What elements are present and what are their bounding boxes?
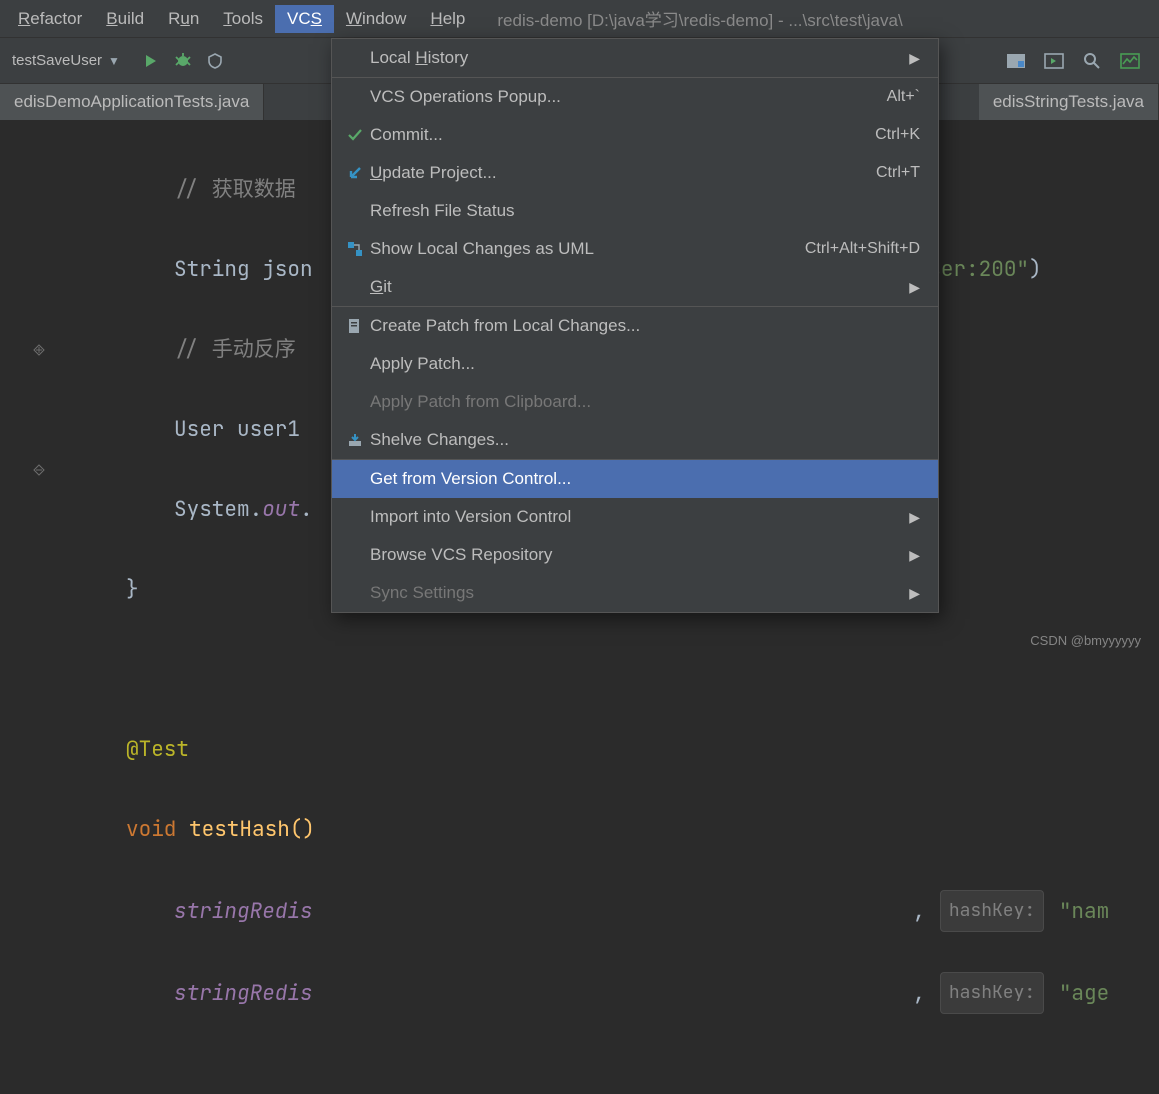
menu-run[interactable]: Run [156, 5, 211, 33]
menu-vcs[interactable]: VCS [275, 5, 334, 33]
menu-item-show-local-changes-uml[interactable]: Show Local Changes as UMLCtrl+Alt+Shift+… [332, 230, 938, 268]
patch-icon [340, 318, 370, 334]
project-icon[interactable] [1005, 50, 1027, 72]
menu-item-import-into-vcs[interactable]: Import into Version Control▶ [332, 498, 938, 536]
run-icon[interactable] [140, 50, 162, 72]
menu-item-shelve-changes[interactable]: Shelve Changes... [332, 421, 938, 459]
search-icon[interactable] [1081, 50, 1103, 72]
fold-icon[interactable] [31, 330, 47, 370]
vcs-menu: Local History▶ VCS Operations Popup...Al… [331, 38, 939, 613]
menu-item-local-history[interactable]: Local History▶ [332, 39, 938, 77]
submenu-arrow-icon: ▶ [909, 547, 920, 564]
annotation: @Test [126, 736, 189, 763]
submenu-arrow-icon: ▶ [909, 50, 920, 67]
submenu-arrow-icon: ▶ [909, 585, 920, 602]
coverage-icon[interactable] [204, 50, 226, 72]
submenu-arrow-icon: ▶ [909, 509, 920, 526]
submenu-arrow-icon: ▶ [909, 279, 920, 296]
chevron-down-icon: ▼ [108, 54, 120, 68]
code-comment: // 获取数据 [174, 176, 296, 203]
menu-item-sync-settings: Sync Settings▶ [332, 574, 938, 612]
menu-window[interactable]: Window [334, 5, 418, 33]
menu-tools[interactable]: Tools [211, 5, 275, 33]
menu-item-apply-patch-clipboard: Apply Patch from Clipboard... [332, 383, 938, 421]
fold-icon[interactable] [31, 450, 47, 490]
menu-item-get-from-vcs[interactable]: Get from Version Control... [332, 460, 938, 498]
menu-item-vcs-operations[interactable]: VCS Operations Popup...Alt+` [332, 78, 938, 116]
inlay-hint: hashKey: [940, 972, 1044, 1014]
gutter [28, 130, 50, 570]
menubar: Refactor Build Run Tools VCS Window Help… [0, 0, 1159, 38]
menu-item-update-project[interactable]: Update Project...Ctrl+T [332, 154, 938, 192]
run-config-name: testSaveUser [12, 52, 102, 69]
menu-item-browse-vcs-repo[interactable]: Browse VCS Repository▶ [332, 536, 938, 574]
shelve-icon [340, 432, 370, 448]
window-title: redis-demo [D:\java学习\redis-demo] - ...\… [497, 6, 902, 31]
menu-refactor[interactable]: Refactor [6, 5, 94, 33]
run-config-selector[interactable]: testSaveUser ▼ [2, 49, 130, 72]
uml-icon [340, 240, 370, 258]
menu-build[interactable]: Build [94, 5, 156, 33]
menu-item-apply-patch[interactable]: Apply Patch... [332, 345, 938, 383]
watermark: CSDN @bmyyyyyy [1030, 633, 1141, 648]
menu-item-git[interactable]: Git▶ [332, 268, 938, 306]
menu-item-refresh-file-status[interactable]: Refresh File Status [332, 192, 938, 230]
run-anything-icon[interactable] [1043, 50, 1065, 72]
update-icon [340, 164, 370, 182]
inlay-hint: hashKey: [940, 890, 1044, 932]
profiler-icon[interactable] [1119, 50, 1141, 72]
tab-right[interactable]: edisStringTests.java [979, 84, 1159, 120]
debug-icon[interactable] [172, 50, 194, 72]
code-comment: // 手动反序 [174, 336, 296, 363]
menu-item-commit[interactable]: Commit...Ctrl+K [332, 116, 938, 154]
check-icon [340, 126, 370, 144]
tab-left[interactable]: edisDemoApplicationTests.java [0, 84, 264, 120]
menu-help[interactable]: Help [418, 5, 477, 33]
menu-item-create-patch[interactable]: Create Patch from Local Changes... [332, 307, 938, 345]
